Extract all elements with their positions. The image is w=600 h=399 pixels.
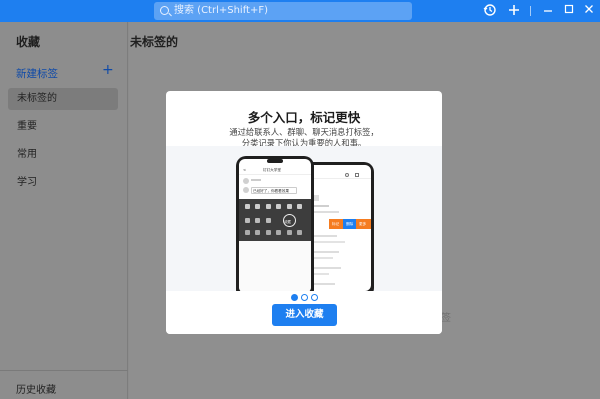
background-hint-text: 签	[441, 313, 451, 324]
swipe-action-delete: 删除	[346, 222, 354, 226]
title-bar-divider	[530, 6, 531, 16]
new-tag-button[interactable]: 新建标签	[16, 66, 58, 81]
search-icon	[160, 6, 169, 15]
swipe-action-more: 更多	[359, 222, 367, 226]
onboarding-modal: 多个入口，标记更快 通过给联系人、群聊、聊天消息打标签， 分类记录下你认为重要的…	[166, 91, 442, 334]
modal-title: 多个入口，标记更快	[247, 110, 361, 125]
sidebar-item-important[interactable]: 重要	[8, 116, 118, 138]
search-input[interactable]: 搜索 (Ctrl+Shift+F)	[154, 2, 412, 20]
page-title: 未标签的	[130, 35, 179, 49]
minimize-icon[interactable]	[540, 3, 556, 19]
history-icon[interactable]	[482, 3, 498, 19]
phone-front-screen: < 钉钉大学堂 已经好了，你看看效果 收藏	[239, 159, 311, 293]
chat-header-title: 钉钉大学堂	[263, 168, 281, 172]
sidebar-item-study[interactable]: 学习	[8, 172, 118, 194]
plus-icon[interactable]	[506, 3, 522, 19]
carousel-dot-2[interactable]	[301, 294, 308, 301]
swipe-action-mark: 标记	[332, 222, 340, 226]
phone-back-screen: < 标记 删除 更多	[305, 165, 371, 291]
sidebar-item-untagged[interactable]: 未标签的	[8, 88, 118, 110]
close-icon[interactable]	[581, 3, 597, 19]
chat-bubble-text: 已经好了，你看看效果	[253, 188, 289, 193]
sidebar-title: 收藏	[16, 35, 41, 49]
favorite-label: 收藏	[284, 219, 291, 224]
enter-favorites-button[interactable]: 进入收藏	[272, 304, 337, 326]
maximize-icon[interactable]	[561, 3, 577, 19]
add-tag-icon[interactable]: +	[102, 62, 114, 78]
sidebar-divider	[0, 370, 128, 371]
feature-illustration: < 标记 删除 更多	[166, 146, 442, 300]
carousel-dot-1[interactable]	[291, 294, 298, 301]
sidebar-item-frequent[interactable]: 常用	[8, 144, 118, 166]
message-action-menu: 收藏	[239, 199, 311, 241]
phone-front: < 钉钉大学堂 已经好了，你看看效果 收藏	[236, 156, 314, 300]
title-bar: 搜索 (Ctrl+Shift+F)	[0, 0, 600, 22]
history-favorites-link[interactable]: 历史收藏	[16, 381, 56, 396]
search-placeholder: 搜索 (Ctrl+Shift+F)	[174, 5, 269, 16]
sidebar: 收藏 新建标签 + 未标签的 重要 常用 学习 历史收藏	[0, 22, 128, 399]
carousel-dot-3[interactable]	[311, 294, 318, 301]
